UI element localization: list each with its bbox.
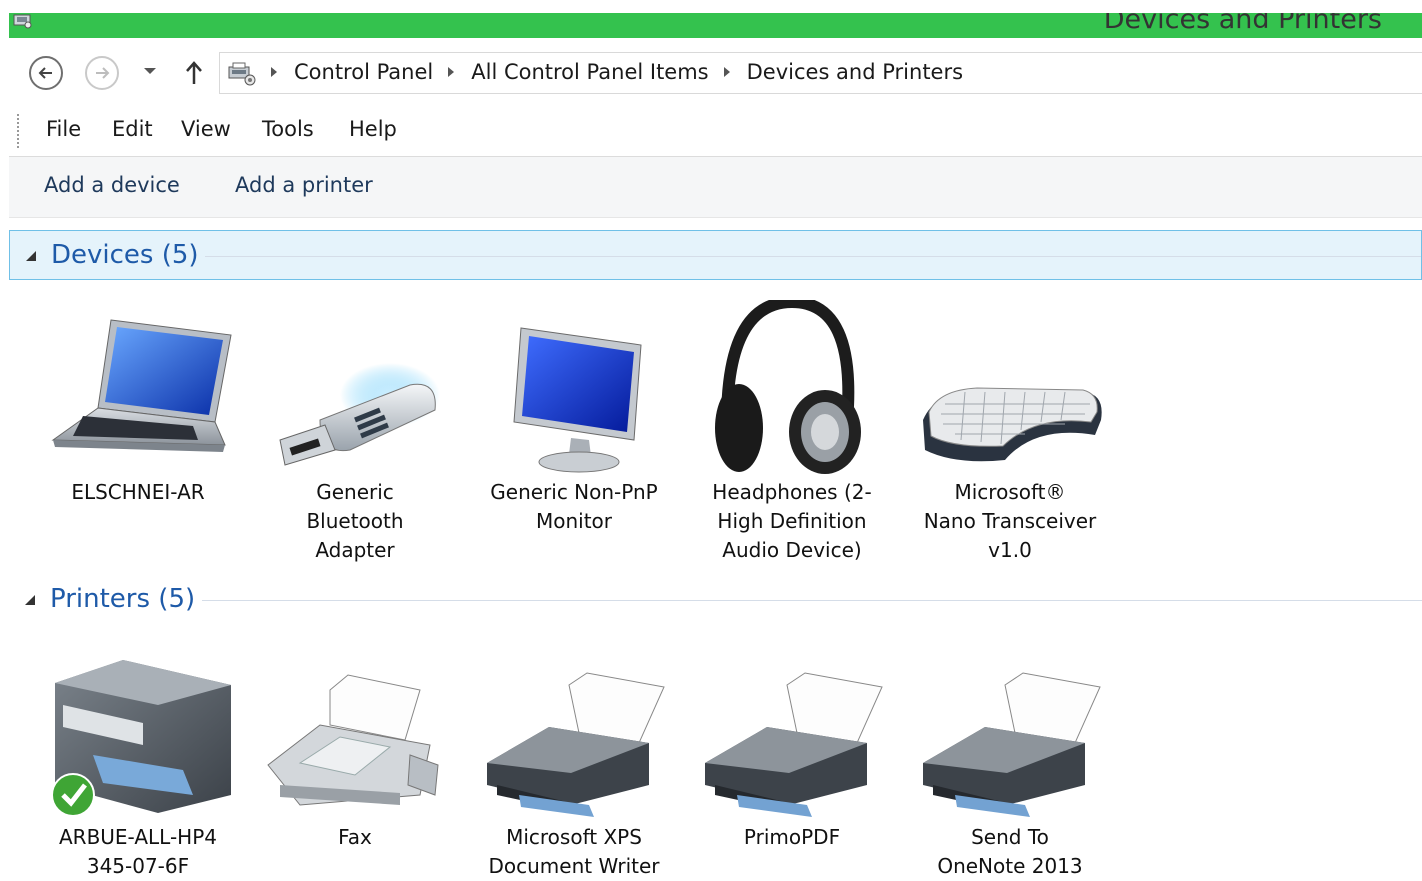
device-name-line: Headphones (2- [712, 480, 872, 504]
printer-item[interactable]: Microsoft XPS Document Writer [474, 645, 674, 881]
printers-group-label: Printers (5) [50, 584, 196, 614]
breadcrumb-separator-icon[interactable] [723, 67, 731, 77]
add-device-button[interactable]: Add a device [44, 173, 180, 197]
device-name: Generic Bluetooth Adapter [255, 478, 455, 565]
breadcrumb-separator-icon[interactable] [447, 67, 455, 77]
breadcrumb-control-panel[interactable]: Control Panel [294, 60, 433, 84]
printer-name-line: Fax [338, 825, 372, 849]
printer-name: Fax [255, 823, 455, 852]
printer-name-line: OneNote 2013 [937, 854, 1083, 878]
printer-item[interactable]: Send To OneNote 2013 [910, 645, 1110, 881]
back-arrow-icon [38, 67, 52, 79]
devices-group-label: Devices (5) [51, 240, 199, 270]
up-arrow-icon[interactable] [184, 60, 204, 86]
breadcrumb-devices-and-printers[interactable]: Devices and Printers [747, 60, 963, 84]
title-bar: Devices and Printers [9, 13, 1422, 38]
back-button[interactable] [29, 56, 63, 90]
device-name: Headphones (2- High Definition Audio Dev… [692, 478, 892, 565]
fax-icon [267, 674, 439, 806]
printer-name-line: 345-07-6F [86, 854, 190, 878]
printer-item[interactable]: PrimoPDF [692, 645, 892, 852]
menu-view[interactable]: View [181, 117, 231, 141]
command-bar: Add a device Add a printer [9, 157, 1422, 218]
breadcrumb-separator-icon [271, 67, 277, 77]
window-left-edge [0, 0, 9, 874]
device-item[interactable]: Generic Bluetooth Adapter [255, 300, 455, 565]
group-divider [202, 600, 1422, 601]
device-item[interactable]: Microsoft® Nano Transceiver v1.0 [910, 300, 1110, 565]
group-divider [205, 256, 1421, 257]
chevron-down-icon[interactable] [143, 66, 157, 76]
monitor-icon [513, 327, 642, 473]
window-top-edge [0, 0, 1422, 13]
printer-icon [705, 672, 883, 817]
printers-group-header[interactable]: Printers (5) [9, 575, 1422, 625]
device-name-line: Generic Non-PnP [490, 480, 658, 504]
devices-printers-icon [228, 62, 256, 86]
device-name-line: Bluetooth [306, 509, 404, 533]
menu-grip [17, 114, 19, 150]
keyboard-icon [923, 387, 1102, 462]
menu-bar: File Edit View Tools Help [9, 110, 1422, 157]
address-bar[interactable]: Control Panel All Control Panel Items De… [219, 52, 1422, 94]
collapse-triangle-icon[interactable] [26, 250, 38, 262]
device-name-line: Audio Device) [722, 538, 862, 562]
device-name-line: High Definition [717, 509, 867, 533]
device-name-line: v1.0 [988, 538, 1032, 562]
menu-tools[interactable]: Tools [262, 117, 314, 141]
forward-button[interactable] [85, 56, 119, 90]
laptop-icon [51, 319, 232, 452]
printer-item[interactable]: Fax [255, 645, 455, 852]
printer-icon [487, 672, 665, 817]
devices-group-header[interactable]: Devices (5) [9, 230, 1422, 280]
device-name-line: Generic [316, 480, 394, 504]
device-name: ELSCHNEI-AR [38, 478, 238, 507]
printer-item[interactable]: ARBUE-ALL-HP4 345-07-6F [38, 645, 238, 881]
printer-name-line: Send To [971, 825, 1049, 849]
navigation-bar: Control Panel All Control Panel Items De… [9, 38, 1422, 110]
devices-printers-app-icon [13, 14, 32, 29]
device-name: Microsoft® Nano Transceiver v1.0 [910, 478, 1110, 565]
printer-name: ARBUE-ALL-HP4 345-07-6F [38, 823, 238, 881]
printer-name: Send To OneNote 2013 [910, 823, 1110, 881]
window-title: Devices and Printers [1103, 13, 1382, 35]
forward-arrow-icon [96, 67, 110, 79]
printer-name-line: PrimoPDF [743, 825, 841, 849]
printer-name-line: Microsoft XPS [506, 825, 642, 849]
menu-file[interactable]: File [46, 117, 81, 141]
printer-icon [923, 672, 1101, 817]
device-name-line: Adapter [315, 538, 395, 562]
device-item[interactable]: ELSCHNEI-AR [38, 300, 238, 507]
bluetooth-adapter-icon [279, 363, 440, 466]
printer-name: PrimoPDF [692, 823, 892, 852]
collapse-triangle-icon[interactable] [25, 594, 37, 606]
device-item[interactable]: Headphones (2- High Definition Audio Dev… [692, 300, 892, 565]
device-item[interactable]: Generic Non-PnP Monitor [474, 300, 674, 536]
headphones-icon [715, 300, 861, 474]
device-name-line: Monitor [535, 509, 613, 533]
menu-edit[interactable]: Edit [112, 117, 153, 141]
printer-name-line: ARBUE-ALL-HP4 [58, 825, 217, 849]
device-name-line: ELSCHNEI-AR [71, 480, 205, 504]
device-name: Generic Non-PnP Monitor [474, 478, 674, 536]
breadcrumb-all-control-panel-items[interactable]: All Control Panel Items [471, 60, 708, 84]
printer-name-line: Document Writer [488, 854, 660, 878]
device-name-line: Microsoft® [954, 480, 1066, 504]
breadcrumb: Control Panel All Control Panel Items De… [270, 60, 963, 84]
multifunction-printer-icon [51, 660, 231, 817]
add-printer-button[interactable]: Add a printer [235, 173, 373, 197]
default-printer-check-icon [51, 773, 95, 817]
printer-name: Microsoft XPS Document Writer [474, 823, 674, 881]
device-name-line: Nano Transceiver [923, 509, 1097, 533]
menu-help[interactable]: Help [349, 117, 397, 141]
